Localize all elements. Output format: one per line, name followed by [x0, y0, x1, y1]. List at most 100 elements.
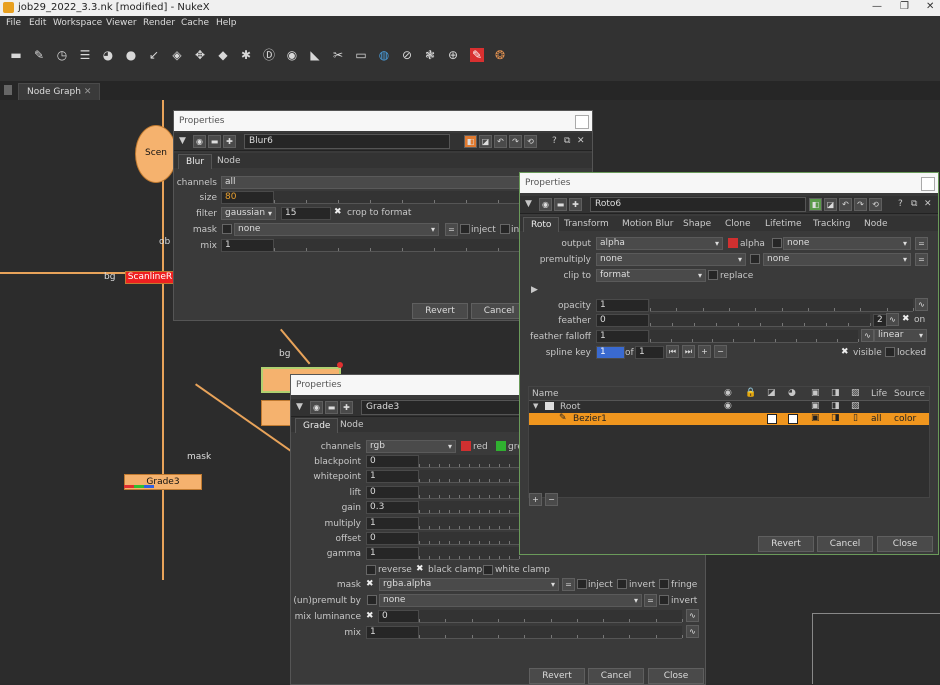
menu-edit[interactable]: Edit	[29, 18, 46, 28]
feather-field[interactable]: 0	[596, 314, 649, 327]
color-swatch-icon[interactable]: ◧	[464, 135, 477, 148]
node-color-icon[interactable]: ▬	[554, 198, 567, 211]
overlay-column-icon[interactable]: ▣	[811, 388, 820, 398]
float-icon[interactable]: ⧉	[564, 136, 570, 146]
unpremult-invert-checkbox[interactable]	[659, 595, 669, 605]
help-tool-icon[interactable]: ✚	[569, 198, 582, 211]
invert-checkbox[interactable]	[500, 224, 510, 234]
close-panel-icon[interactable]: ✕	[577, 136, 585, 146]
blur-mask-dropdown[interactable]: none	[234, 223, 439, 236]
unpremult-channel-icon[interactable]: =	[644, 594, 657, 607]
deep-tool-icon[interactable]: Ⓓ	[262, 48, 276, 62]
bezier-overlay-icon[interactable]: ▣	[811, 413, 820, 423]
expand-arrow-icon[interactable]: ▶	[531, 285, 538, 295]
delete-key-icon[interactable]: −	[714, 345, 727, 358]
output-second-dropdown[interactable]: none	[783, 237, 911, 250]
blackpoint-field[interactable]: 0	[366, 455, 419, 468]
grade-cancel-button[interactable]: Cancel	[588, 668, 644, 684]
life-column-header[interactable]: Life	[871, 389, 887, 399]
tree-row-bezier1[interactable]: ✎ Bezier1 ▣ ◨ ▯ all color	[529, 413, 929, 425]
roto-cancel-button[interactable]: Cancel	[817, 536, 873, 552]
viewer-toggle-icon[interactable]: ◉	[193, 135, 206, 148]
filter-tool-icon[interactable]: ●	[124, 48, 138, 62]
inject-checkbox[interactable]	[577, 579, 587, 589]
output-dropdown[interactable]: alpha	[596, 237, 723, 250]
menu-help[interactable]: Help	[216, 18, 237, 28]
paint-tool-icon[interactable]: ✎	[32, 48, 46, 62]
lock-column-icon[interactable]: 🔒	[745, 388, 756, 398]
collapse-icon[interactable]: ▼	[296, 402, 303, 412]
channel-tool-icon[interactable]: ☰	[78, 48, 92, 62]
roto-close-button[interactable]: Close	[877, 536, 933, 552]
viewer-toggle-icon[interactable]: ◉	[539, 198, 552, 211]
whitepoint-field[interactable]: 1	[366, 470, 419, 483]
tab-tracking[interactable]: Tracking	[806, 217, 857, 231]
feather-falloff-field[interactable]: 1	[596, 330, 649, 343]
gamma-field[interactable]: 1	[366, 547, 419, 560]
shape-list[interactable]: Name ◉ 🔒 ◪ ◕ ▣ ◨ ▨ Life Source ▼ Root ◉ …	[528, 386, 930, 498]
close-tab-icon[interactable]: ✕	[84, 87, 92, 97]
expand-root-icon[interactable]: ▼	[533, 402, 538, 410]
other-tool-icon[interactable]: ▭	[354, 48, 368, 62]
node-hide-icon[interactable]: ◪	[479, 135, 492, 148]
output-channel-icon[interactable]: =	[915, 237, 928, 250]
prev-key-icon[interactable]: ⏮	[666, 345, 679, 358]
mix-luminance-slider[interactable]	[419, 610, 683, 623]
help-icon[interactable]: ?	[552, 136, 557, 146]
clip-to-dropdown[interactable]: format	[596, 269, 706, 282]
gamma-slider[interactable]	[419, 547, 520, 560]
menu-file[interactable]: File	[6, 18, 21, 28]
revert-knobs-icon[interactable]: ⟲	[524, 135, 537, 148]
white-clamp-checkbox[interactable]	[483, 565, 493, 575]
node-color-icon[interactable]: ▬	[208, 135, 221, 148]
root-blend-icon[interactable]: ◨	[831, 401, 840, 411]
tab-shape[interactable]: Shape	[676, 217, 718, 231]
help-tool-icon[interactable]: ✚	[223, 135, 236, 148]
premultiply-channel-icon[interactable]: =	[915, 253, 928, 266]
undo-icon[interactable]: ↶	[494, 135, 507, 148]
tab-node-graph[interactable]: Node Graph ✕	[18, 83, 101, 100]
node-hide-icon[interactable]: ◪	[824, 198, 837, 211]
reverse-checkbox[interactable]	[366, 565, 376, 575]
grade-channels-dropdown[interactable]: rgb	[366, 440, 456, 453]
curve-icon[interactable]: ∿	[915, 298, 928, 311]
source-column-header[interactable]: Source	[894, 389, 925, 399]
target-tool-icon[interactable]: ⊕	[446, 48, 460, 62]
color-column-icon[interactable]: ◕	[788, 388, 796, 398]
plugin-red-icon[interactable]: ✎	[470, 48, 484, 62]
tab-motion-blur[interactable]: Motion Blur	[615, 217, 680, 231]
locked-checkbox[interactable]	[885, 347, 895, 357]
offset-slider[interactable]	[419, 532, 520, 545]
remove-shape-icon[interactable]: −	[545, 493, 558, 506]
close-panel-icon[interactable]: ✕	[924, 199, 932, 209]
next-key-icon[interactable]: ⏭	[682, 345, 695, 358]
viewer-tool-icon[interactable]: ▬	[9, 48, 23, 62]
time-tool-icon[interactable]: ◷	[55, 48, 69, 62]
furnace-tool-icon[interactable]: ◍	[377, 48, 391, 62]
views-tool-icon[interactable]: ◉	[285, 48, 299, 62]
feather-count-field[interactable]: 2	[873, 314, 887, 327]
maximize-icon[interactable]: ❐	[900, 1, 909, 12]
blackpoint-slider[interactable]	[419, 455, 520, 468]
3d-tool-icon[interactable]: ◆	[216, 48, 230, 62]
multiply-slider[interactable]	[419, 517, 520, 530]
roto-panel-close-icon[interactable]	[921, 177, 935, 191]
merge-tool-icon[interactable]: ◈	[170, 48, 184, 62]
grade-mix-slider[interactable]	[419, 626, 683, 639]
visible-checkbox[interactable]: ✖	[841, 347, 849, 357]
replace-checkbox[interactable]	[708, 270, 718, 280]
curve-icon[interactable]: ∿	[686, 609, 699, 622]
visibility-column-icon[interactable]: ◉	[724, 388, 732, 398]
tab-blur[interactable]: Blur	[178, 154, 213, 169]
pane-menu-icon[interactable]	[4, 85, 12, 95]
undo-icon[interactable]: ↶	[839, 198, 852, 211]
scene-node[interactable]: Scen	[135, 125, 177, 183]
feather-slider[interactable]	[650, 314, 871, 327]
gain-slider[interactable]	[419, 501, 520, 514]
invert-checkbox[interactable]	[617, 579, 627, 589]
scanline-render-node[interactable]: ScanlineR	[125, 271, 175, 284]
curve-icon[interactable]: ∿	[686, 625, 699, 638]
lift-slider[interactable]	[419, 486, 520, 499]
menu-workspace[interactable]: Workspace	[53, 18, 102, 28]
red-channel-checkbox[interactable]	[461, 441, 471, 451]
